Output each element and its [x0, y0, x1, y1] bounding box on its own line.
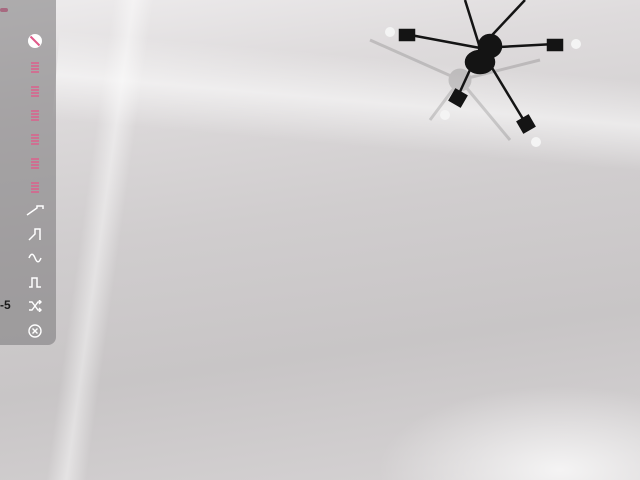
ceiling-chandelier — [369, 0, 581, 147]
menu-lines-icon — [29, 133, 41, 145]
sine-wave-icon — [28, 253, 42, 263]
toolbar-button-menu-lines[interactable] — [24, 104, 46, 126]
toolbar-button-sawtooth-wave[interactable] — [24, 199, 46, 221]
toolbar-button-prohibit[interactable] — [24, 30, 46, 52]
menu-lines-icon — [29, 61, 41, 73]
shuffle-icon — [28, 300, 42, 312]
cancel-circle-icon — [28, 324, 42, 338]
square-wave-icon — [28, 276, 42, 288]
toolbar-button-menu-lines[interactable] — [24, 128, 46, 150]
toolbar-button-menu-lines[interactable] — [24, 56, 46, 78]
toolbar-button-square-wave[interactable] — [24, 271, 46, 293]
toolbar-button-sine-wave[interactable] — [24, 247, 46, 269]
camera-background — [0, 0, 640, 480]
menu-lines-icon — [29, 109, 41, 121]
side-value-label: -5 — [0, 298, 11, 312]
menu-lines-icon — [29, 181, 41, 193]
ramp-wave-icon — [28, 227, 42, 241]
prohibit-icon — [27, 33, 43, 49]
sawtooth-wave-icon — [26, 204, 44, 216]
toolbar-button-cancel-circle[interactable] — [24, 320, 46, 342]
toolbar-button-menu-lines[interactable] — [24, 152, 46, 174]
toolbar-button-menu-lines[interactable] — [24, 176, 46, 198]
menu-lines-icon — [29, 85, 41, 97]
toolbar-button-ramp-wave[interactable] — [24, 223, 46, 245]
menu-lines-icon — [29, 157, 41, 169]
toolbar-button-shuffle[interactable] — [24, 295, 46, 317]
toolbar-button-menu-lines[interactable] — [24, 80, 46, 102]
